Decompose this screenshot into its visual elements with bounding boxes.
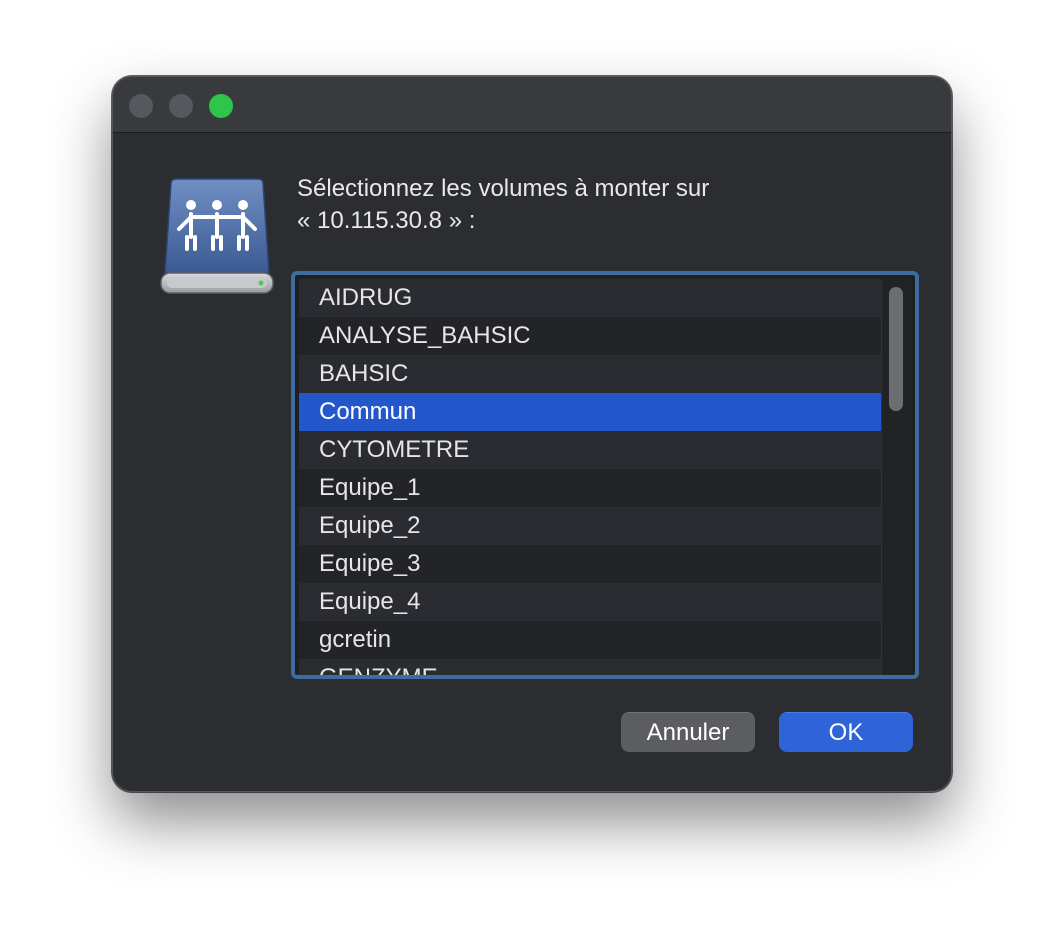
close-window-button[interactable] — [129, 94, 153, 118]
volume-list-item[interactable]: BAHSIC — [299, 355, 883, 393]
volume-list-item[interactable]: Equipe_4 — [299, 583, 883, 621]
mount-volumes-dialog: Sélectionnez les volumes à monter sur « … — [112, 76, 952, 792]
volume-list-item[interactable]: Commun — [299, 393, 883, 431]
shared-server-volume-icon — [160, 178, 274, 294]
volumes-list-rows: AIDRUG ANALYSE_BAHSIC BAHSIC Commun CYTOMETR… — [299, 279, 883, 675]
cancel-button[interactable]: Annuler — [621, 712, 755, 752]
ok-button[interactable]: OK — [779, 712, 913, 752]
volume-list-item[interactable]: Equipe_1 — [299, 469, 883, 507]
vertical-scrollbar[interactable] — [881, 279, 911, 675]
title-bar — [113, 77, 951, 133]
volume-list-item[interactable]: AIDRUG — [299, 279, 883, 317]
volumes-list[interactable]: AIDRUG ANALYSE_BAHSIC BAHSIC Commun CYTOMETR… — [291, 271, 919, 679]
volume-list-item[interactable]: gcretin — [299, 621, 883, 659]
volume-list-item[interactable]: CYTOMETRE — [299, 431, 883, 469]
minimize-window-button[interactable] — [169, 94, 193, 118]
volume-list-item[interactable]: ANALYSE_BAHSIC — [299, 317, 883, 355]
scrollbar-thumb[interactable] — [889, 287, 903, 411]
dialog-message: Sélectionnez les volumes à monter sur « … — [297, 173, 857, 237]
volume-list-item[interactable]: Equipe_3 — [299, 545, 883, 583]
volume-list-item[interactable]: Equipe_2 — [299, 507, 883, 545]
zoom-window-button[interactable] — [209, 94, 233, 118]
message-line-2: « 10.115.30.8 » : — [297, 207, 476, 234]
message-line-1: Sélectionnez les volumes à monter sur — [297, 175, 710, 202]
volume-list-item[interactable]: GENZYME — [299, 659, 883, 675]
